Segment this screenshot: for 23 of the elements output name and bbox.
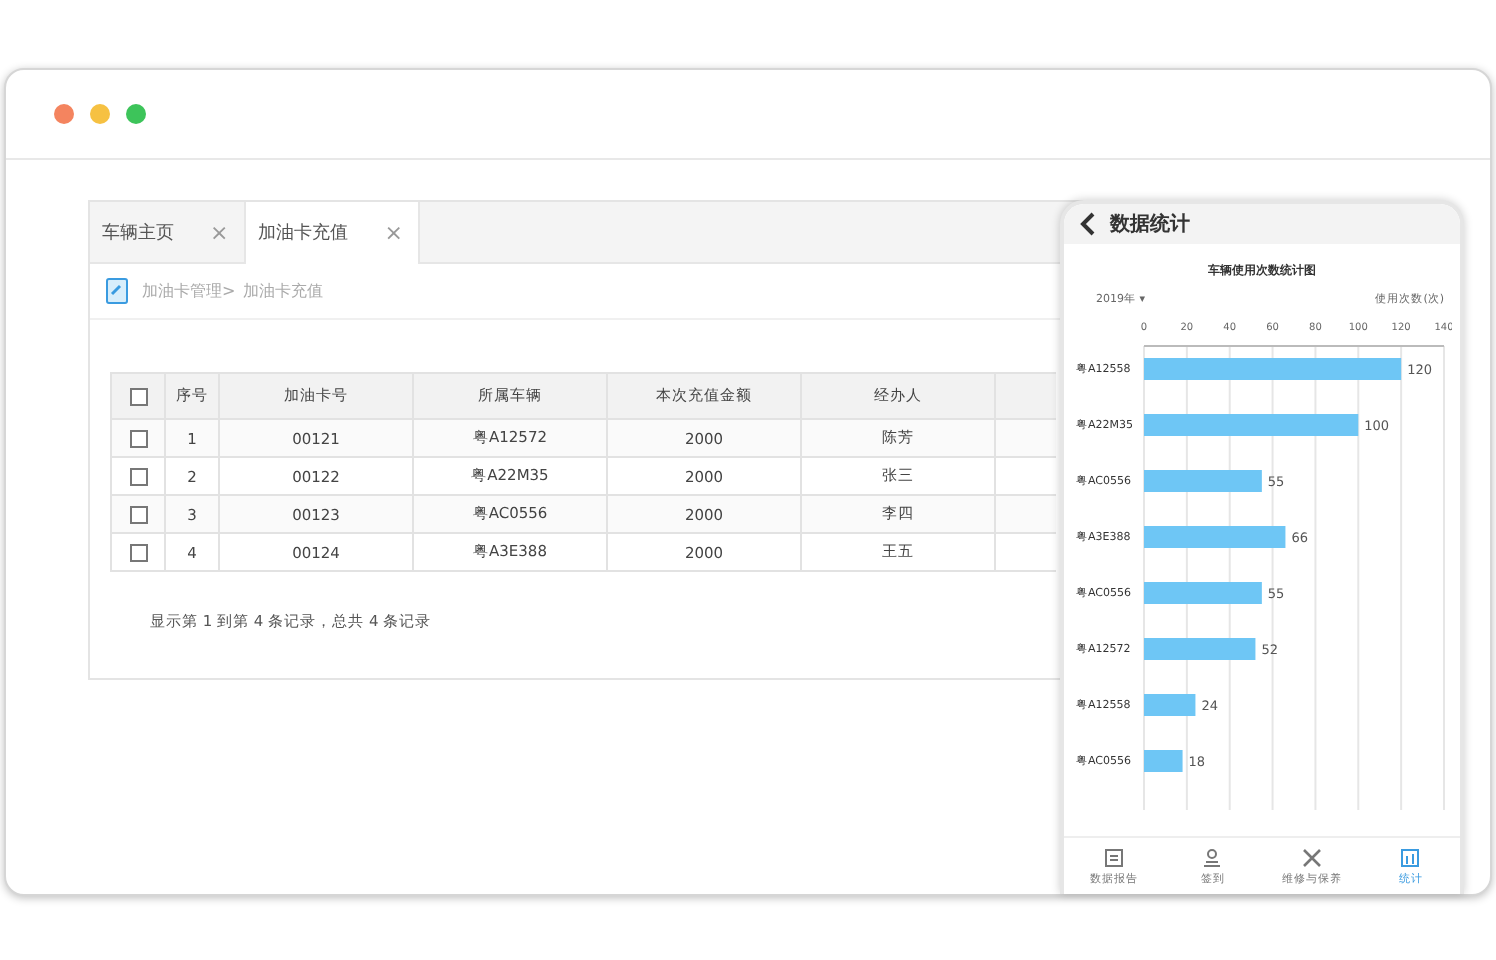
bar (1144, 470, 1262, 492)
close-icon[interactable]: × (384, 220, 403, 246)
checkbox[interactable] (129, 505, 147, 524)
bar (1144, 526, 1286, 548)
minimize-dot-icon[interactable] (90, 104, 110, 124)
screen-title: 数据统计 (1110, 211, 1190, 238)
maximize-dot-icon[interactable] (126, 104, 146, 124)
close-icon[interactable]: × (210, 219, 229, 245)
bar (1144, 638, 1256, 660)
report-icon (1103, 847, 1124, 867)
bar (1144, 582, 1262, 604)
checkbox[interactable] (129, 543, 147, 562)
bar (1144, 750, 1183, 772)
back-icon[interactable] (1080, 212, 1096, 236)
checkbox[interactable] (129, 467, 147, 486)
bar (1144, 694, 1196, 716)
checkbox[interactable] (129, 387, 147, 406)
tab[interactable]: 加油卡充值 × (246, 202, 421, 264)
stamp-icon (1202, 847, 1223, 867)
checkbox[interactable] (129, 429, 147, 448)
close-dot-icon[interactable] (54, 104, 74, 124)
document-icon (106, 278, 128, 304)
chart-icon (1400, 847, 1421, 867)
